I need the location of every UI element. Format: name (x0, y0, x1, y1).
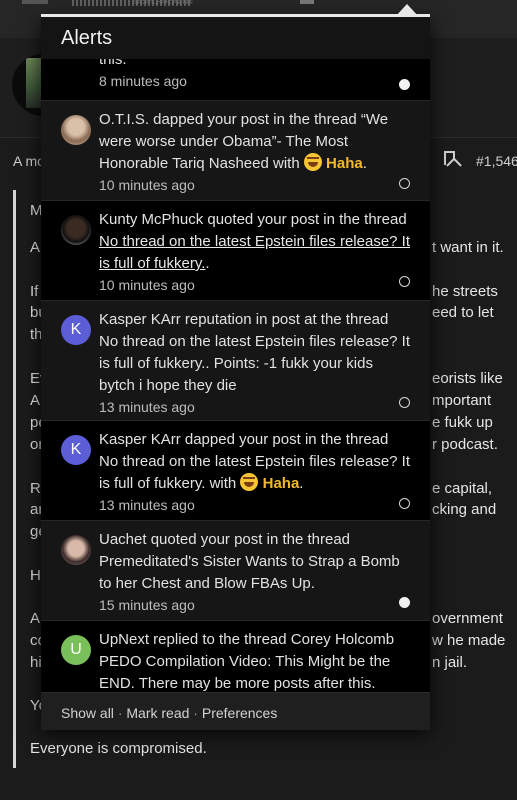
alert-text: Kasper KArr reputation in post at the th… (99, 311, 411, 394)
reaction-label: Haha (262, 475, 300, 492)
post-text-fragment: hi (30, 654, 42, 671)
read-indicator[interactable] (399, 397, 410, 408)
alerts-footer: Show all · Mark read · Preferences (41, 692, 430, 730)
avatar[interactable] (61, 115, 91, 145)
post-text-fragment: If (30, 283, 39, 300)
alert-time: 13 minutes ago (99, 399, 195, 415)
post-text-fragment: A (30, 610, 41, 627)
avatar[interactable]: K (61, 435, 91, 465)
post-text-fragment: w he made (432, 632, 506, 649)
read-indicator[interactable] (399, 178, 410, 189)
avatar[interactable] (61, 535, 91, 565)
alert-item[interactable]: O.T.I.S. dapped your post in the thread … (41, 101, 430, 201)
alert-item[interactable]: K Kasper KArr reputation in post at the … (41, 301, 430, 421)
post-text-fragment: cking and (432, 501, 497, 518)
unread-indicator[interactable] (399, 79, 410, 90)
post-text-fragment: mportant (432, 392, 492, 409)
laughing-emoji-icon (303, 153, 322, 171)
alert-item[interactable]: this. 8 minutes ago (41, 59, 430, 101)
avatar[interactable]: K (61, 315, 91, 345)
show-all-link[interactable]: Show all (61, 705, 114, 721)
read-indicator[interactable] (399, 276, 410, 287)
post-text-fragment: e fukk up (432, 414, 493, 431)
alerts-popup: Alerts this. 8 minutes ago O.T.I.S. dapp… (41, 4, 430, 730)
alert-text: this. (99, 59, 127, 68)
read-indicator[interactable] (399, 498, 410, 509)
alert-time: 10 minutes ago (99, 177, 195, 193)
alert-time: 15 minutes ago (99, 597, 195, 613)
post-text-fragment: r podcast. (432, 436, 498, 453)
post-text-fragment: overnment (432, 610, 503, 627)
bookmark-icon[interactable] (444, 151, 455, 165)
alert-time: 8 minutes ago (99, 73, 187, 89)
post-text-fragment: eed to let (432, 304, 494, 321)
alert-text-end: . (205, 255, 210, 272)
post-text-fragment: H (30, 567, 41, 584)
alert-text-end: . (299, 475, 304, 492)
site-tagline: SPORTS, HIPHOP & FIFF (134, 0, 193, 6)
mark-read-link[interactable]: Mark read (126, 705, 189, 721)
alert-text: Uachet quoted your post in the thread Pr… (99, 531, 400, 592)
alert-time: 13 minutes ago (99, 497, 195, 513)
bell-icon[interactable] (300, 0, 314, 4)
alert-item[interactable]: U UpNext replied to the thread Corey Hol… (41, 621, 430, 692)
quote-bar (13, 190, 16, 768)
alert-item[interactable]: Kunty McPhuck quoted your post in the th… (41, 201, 430, 301)
reaction-label: Haha (326, 155, 363, 172)
preferences-link[interactable]: Preferences (202, 705, 277, 721)
alert-item[interactable]: Uachet quoted your post in the thread Pr… (41, 521, 430, 621)
post-text-fragment: he streets (432, 283, 498, 300)
post-text-fragment: e capital, (432, 480, 493, 497)
avatar[interactable] (61, 215, 91, 245)
post-text-fragment: t want in it. (432, 239, 504, 256)
alert-text-end: . (362, 155, 367, 172)
alert-item[interactable]: K Kasper KArr dapped your post in the th… (41, 421, 430, 521)
alert-text: Kunty McPhuck quoted your post in the th… (99, 211, 407, 228)
post-text-fragment: n jail. (432, 654, 468, 671)
popup-top-border (41, 14, 430, 17)
alerts-list[interactable]: this. 8 minutes ago O.T.I.S. dapped your… (41, 59, 430, 692)
alert-text: UpNext replied to the thread Corey Holco… (99, 631, 395, 692)
post-number[interactable]: #1,546 (476, 153, 517, 169)
alert-time: 10 minutes ago (99, 277, 195, 293)
post-text-last-line: Everyone is compromised. (30, 740, 207, 757)
post-text-fragment: A (30, 239, 41, 256)
footer-separator: · (193, 705, 198, 721)
laughing-emoji-icon (240, 473, 259, 491)
unread-indicator[interactable] (399, 597, 410, 608)
menu-icon[interactable] (22, 0, 48, 4)
alerts-title: Alerts (61, 27, 113, 49)
avatar[interactable]: U (61, 635, 91, 665)
thread-link[interactable]: No thread on the latest Epstein files re… (99, 233, 410, 272)
footer-separator: · (117, 705, 123, 721)
post-text-fragment: eorists like (432, 370, 503, 387)
